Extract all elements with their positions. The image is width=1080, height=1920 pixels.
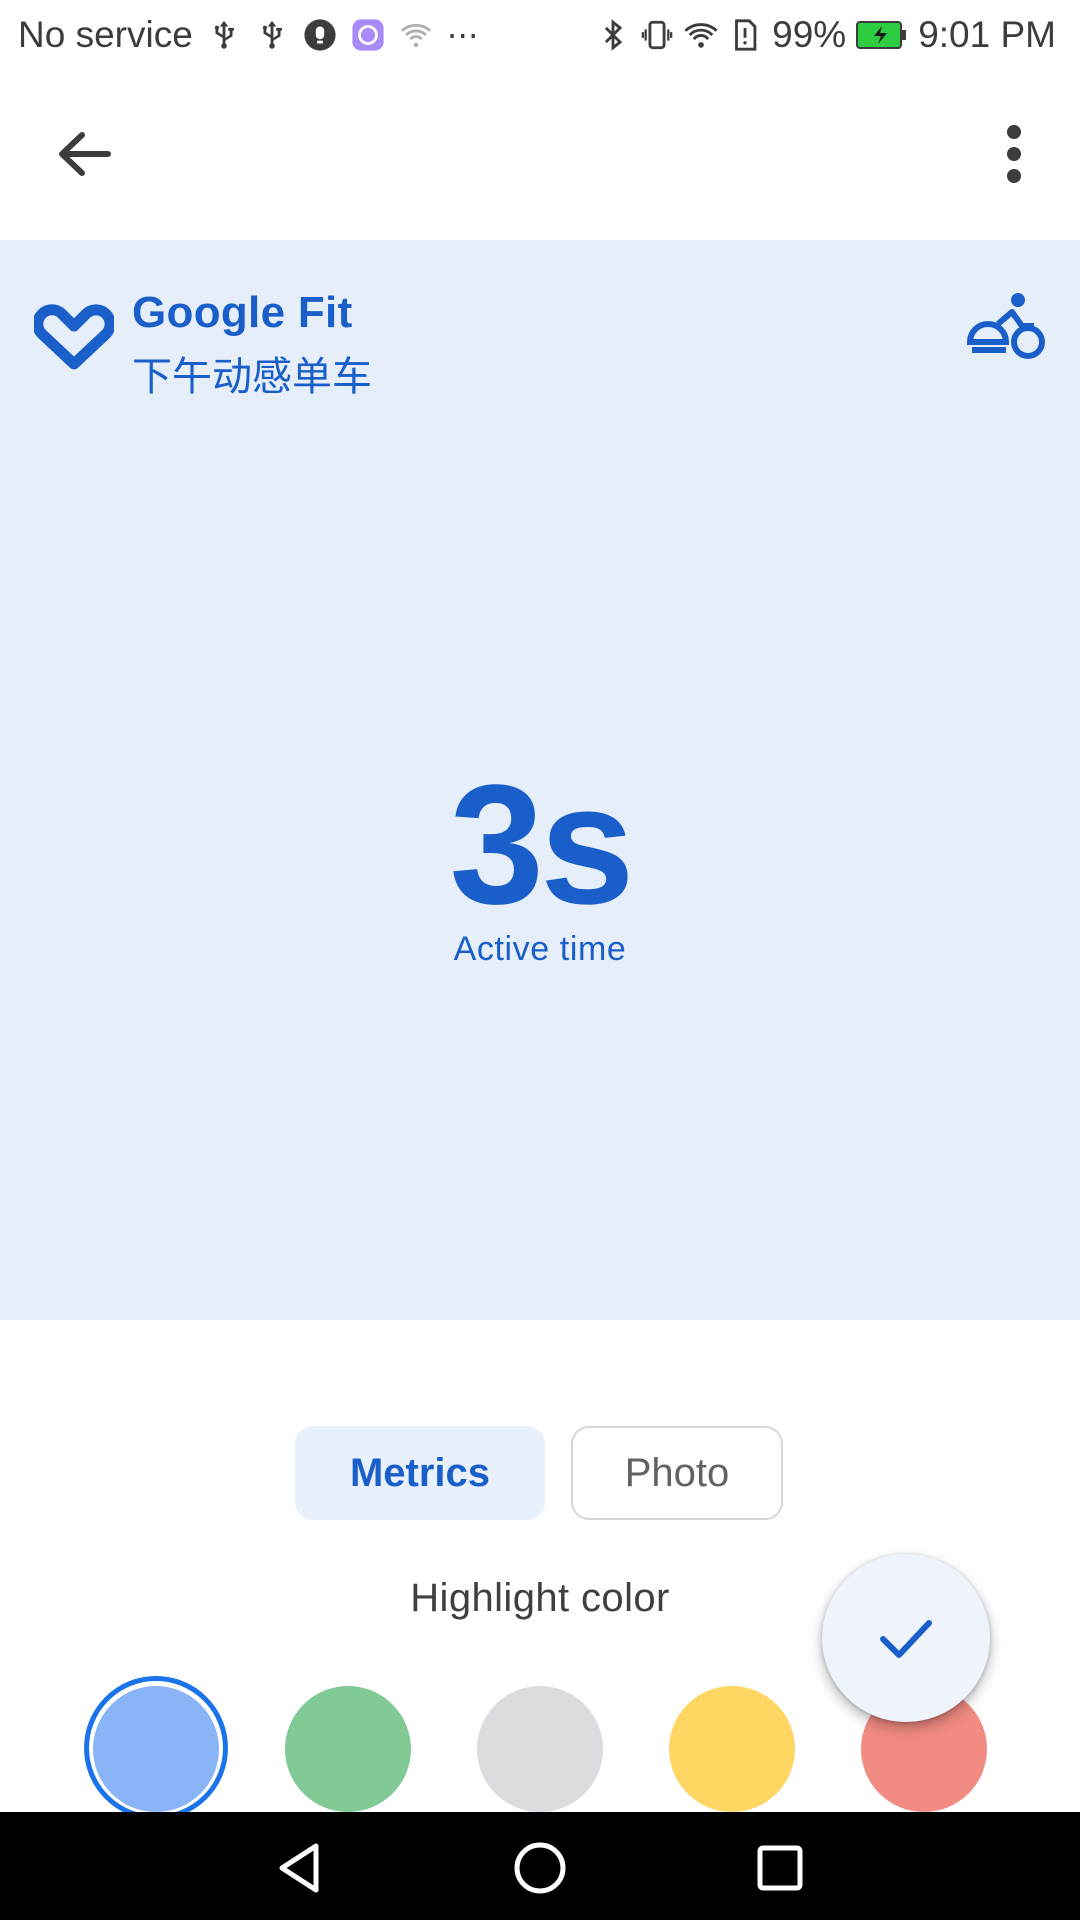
nav-recents-button[interactable]: [748, 1836, 812, 1900]
status-right: 99% 9:01 PM: [596, 14, 1056, 56]
status-left: No service ⋯: [18, 14, 479, 56]
alert-sim-icon: [735, 19, 757, 51]
status-bar: No service ⋯ 99% 9:01 PM: [0, 0, 1080, 76]
vibrate-icon: [641, 20, 673, 50]
circle-home-icon: [514, 1842, 566, 1894]
more-options-button[interactable]: [974, 114, 1054, 194]
more-vert-icon: [1007, 125, 1021, 183]
battery-percent: 99%: [772, 14, 847, 55]
activity-title: 下午动感单车: [132, 355, 372, 399]
usb-icon: [214, 20, 234, 49]
app-bar: [0, 76, 1080, 240]
usb-icon: [262, 20, 282, 49]
app-notification-icon: [352, 19, 384, 51]
metric-label: Active time: [453, 930, 627, 968]
back-button[interactable]: [44, 114, 124, 194]
more-notifications-icon: ⋯: [446, 17, 479, 53]
color-swatch-grey[interactable]: [477, 1686, 603, 1812]
brand-name: Google Fit: [132, 288, 353, 337]
clock: 9:01 PM: [918, 14, 1056, 55]
triangle-back-icon: [279, 1843, 319, 1893]
tab-photo[interactable]: Photo: [571, 1426, 783, 1520]
tab-metrics[interactable]: Metrics: [295, 1426, 545, 1520]
wifi-icon: [684, 23, 718, 48]
color-swatch-yellow[interactable]: [669, 1686, 795, 1812]
metric-value: 3s: [449, 750, 634, 940]
wifi-question-icon: [400, 23, 431, 48]
battery-charging-icon: [856, 21, 907, 49]
check-icon: [880, 1620, 932, 1658]
confirm-fab[interactable]: [822, 1554, 990, 1722]
nav-home-button[interactable]: [508, 1836, 572, 1900]
cycling-icon: [962, 290, 1046, 362]
square-recents-icon: [757, 1845, 803, 1891]
color-swatch-blue[interactable]: [93, 1686, 219, 1812]
google-fit-logo-icon: [32, 300, 116, 372]
nav-back-button[interactable]: [268, 1836, 332, 1900]
arrow-back-icon: [59, 132, 111, 176]
bluetooth-icon: [605, 19, 623, 51]
notification-app-icon: [304, 19, 336, 51]
color-swatch-green[interactable]: [285, 1686, 411, 1812]
carrier-label: No service: [18, 14, 193, 55]
